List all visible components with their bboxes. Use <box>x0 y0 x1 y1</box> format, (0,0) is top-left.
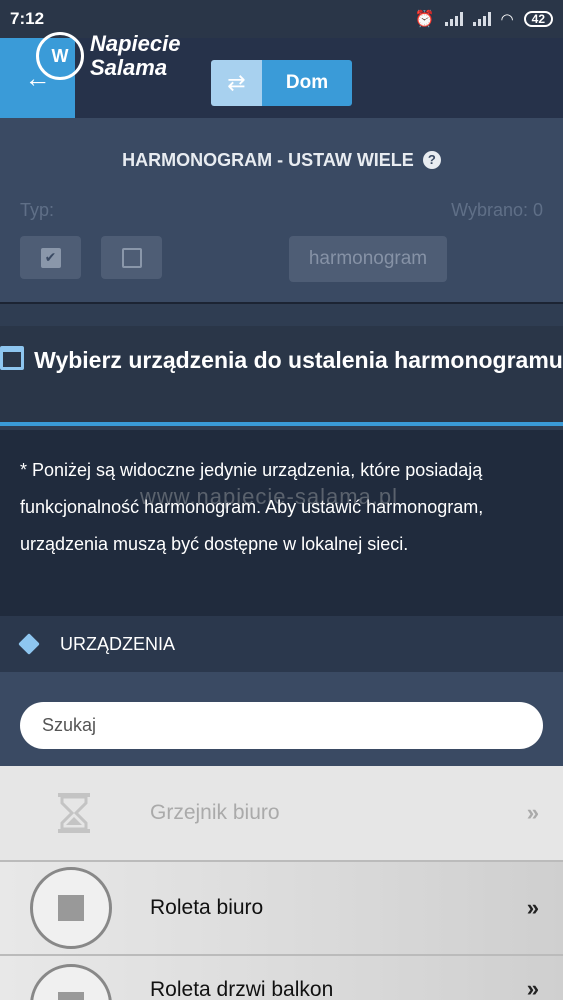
signal-1-icon <box>444 12 463 26</box>
chevron-right-icon: » <box>526 800 539 825</box>
checkbox-checked-icon: ✔ <box>40 247 61 268</box>
signal-2-icon <box>472 12 491 26</box>
deselect-all-button[interactable] <box>101 236 162 279</box>
alarm-icon: ⏰ <box>414 11 435 28</box>
info-note: * Poniżej są widoczne jedynie urządzenia… <box>0 430 563 616</box>
battery-indicator: 42 <box>523 11 553 27</box>
selected-count: Wybrano: 0 <box>451 200 543 220</box>
device-row[interactable]: Grzejnik biuro » <box>0 766 563 860</box>
status-icons: ⏰ ◠ 42 <box>415 9 553 29</box>
device-name: Roleta biuro <box>150 896 264 919</box>
blind-icon <box>30 867 112 949</box>
chevron-right-icon: » <box>526 895 539 920</box>
wifi-icon: ◠ <box>500 11 514 28</box>
hourglass-icon <box>58 793 90 833</box>
clock: 7:12 <box>10 9 45 28</box>
device-row[interactable]: Roleta biuro » <box>0 860 563 954</box>
calendar-icon <box>0 346 25 370</box>
logo-text: Napiecie Salama <box>90 31 181 80</box>
schedule-button[interactable]: harmonogram <box>289 236 447 282</box>
select-all-button[interactable]: ✔ <box>20 236 81 279</box>
device-list: Grzejnik biuro » Roleta biuro » Roleta d… <box>0 766 563 1000</box>
devices-list-header: URZĄDZENIA <box>0 616 563 672</box>
bulb-logo-icon: W <box>36 32 84 80</box>
logo: W Napiecie Salama <box>36 32 206 92</box>
checkbox-empty-icon <box>121 247 142 268</box>
chevron-right-icon: » <box>526 976 539 1000</box>
devices-heading: Wybierz urządzenia do ustalenia harmonog… <box>0 326 563 426</box>
home-switch[interactable]: ⇄ Dom <box>211 60 352 106</box>
swap-arrows-icon[interactable]: ⇄ <box>211 60 262 106</box>
device-row[interactable]: Roleta drzwi balkon » <box>0 954 563 1000</box>
device-name: Roleta drzwi balkon <box>150 978 334 1000</box>
home-label[interactable]: Dom <box>262 60 352 106</box>
type-label: Typ: <box>20 200 55 220</box>
search-input[interactable] <box>20 702 543 749</box>
panel-title: HARMONOGRAM - USTAW WIELE ? <box>0 150 563 171</box>
help-icon[interactable]: ? <box>422 151 441 169</box>
search-area <box>0 672 563 766</box>
device-name: Grzejnik biuro <box>150 801 280 824</box>
cube-icon <box>18 633 40 655</box>
top-bar: ← W Napiecie Salama ⇄ Dom <box>0 32 563 118</box>
bulk-schedule-panel: HARMONOGRAM - USTAW WIELE ? Typ: Wybrano… <box>0 118 563 304</box>
blind-icon <box>30 964 112 1000</box>
